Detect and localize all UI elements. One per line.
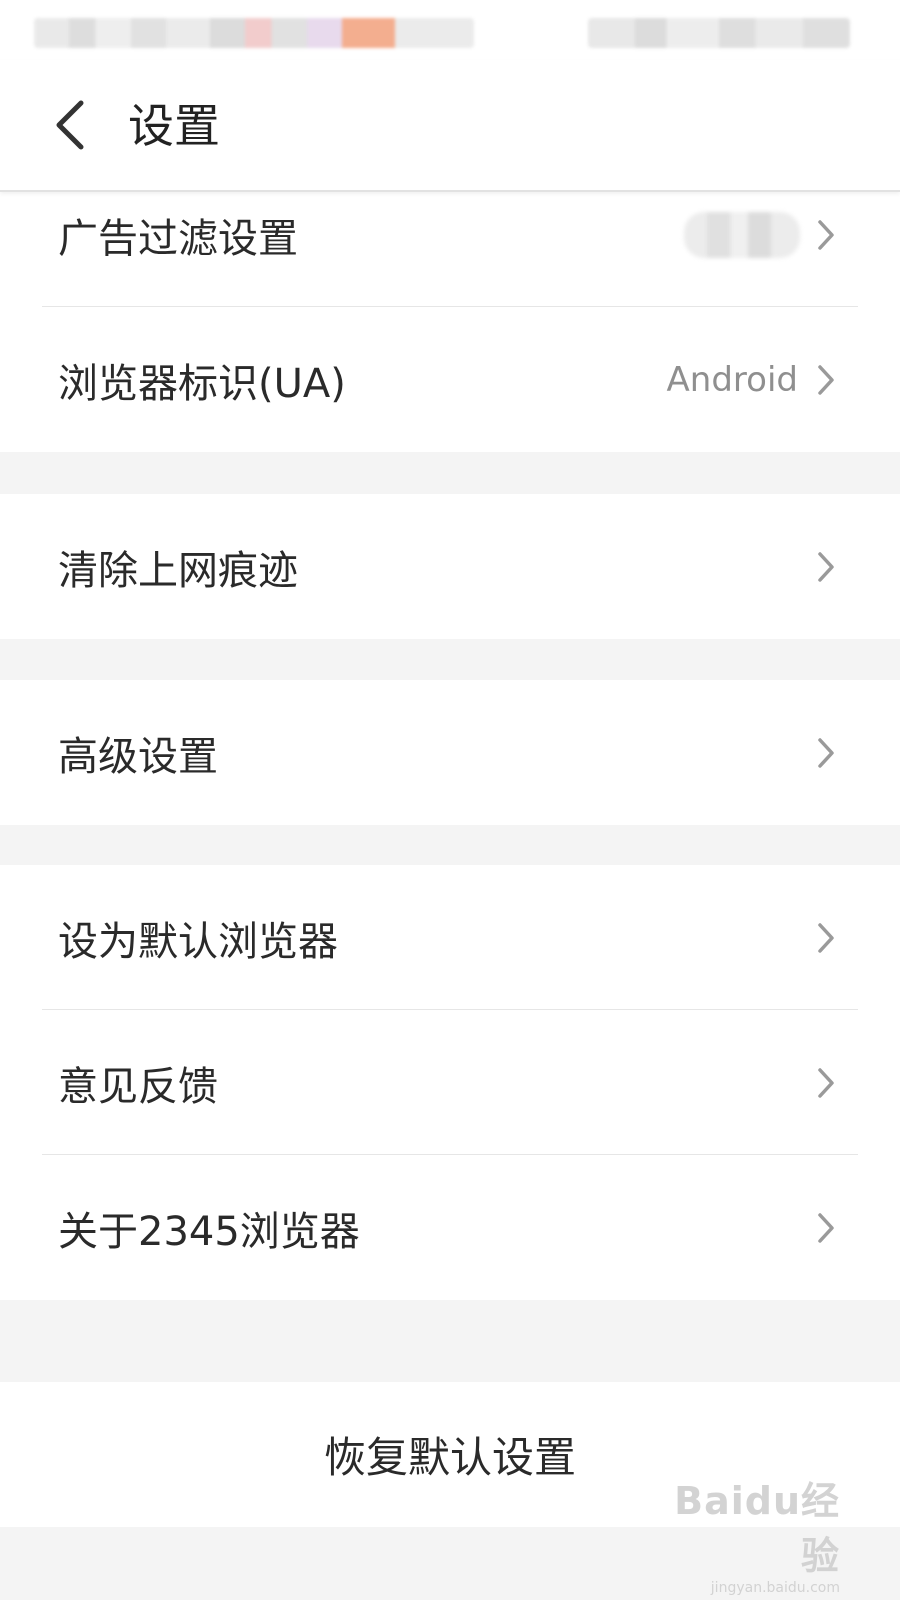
chevron-right-icon — [814, 217, 838, 253]
back-button[interactable] — [36, 88, 106, 162]
settings-row-feedback[interactable]: 意见反馈 — [0, 1010, 900, 1155]
row-label: 关于2345浏览器 — [58, 1208, 360, 1255]
row-label: 意见反馈 — [58, 1063, 218, 1110]
chevron-right-icon — [814, 1065, 838, 1101]
settings-group-advanced: 高级设置 — [0, 680, 900, 825]
watermark: Baidu经验 jingyan.baidu.com — [670, 1470, 840, 1596]
chevron-right-icon — [814, 362, 838, 398]
row-label: 广告过滤设置 — [58, 215, 298, 262]
settings-row-user-agent[interactable]: 浏览器标识(UA) Android — [0, 307, 900, 452]
settings-group-about: 设为默认浏览器 意见反馈 关于2345浏览器 — [0, 865, 900, 1300]
settings-group-privacy: 清除上网痕迹 — [0, 494, 900, 639]
chevron-left-icon — [56, 100, 84, 150]
chevron-right-icon — [814, 549, 838, 585]
row-label: 清除上网痕迹 — [58, 547, 298, 594]
reset-defaults-label: 恢复默认设置 — [323, 1433, 576, 1482]
top-bar: 设置 — [0, 60, 900, 192]
row-label: 浏览器标识(UA) — [58, 360, 346, 407]
status-bar-left-redacted — [34, 18, 474, 48]
settings-row-clear-history[interactable]: 清除上网痕迹 — [0, 494, 900, 639]
watermark-url: jingyan.baidu.com — [710, 1580, 840, 1596]
status-bar-right-redacted — [588, 18, 850, 48]
watermark-logo: Baidu经验 — [674, 1479, 840, 1578]
page-title: 设置 — [128, 99, 220, 153]
ad-filter-value-redacted — [684, 211, 800, 258]
settings-row-advanced[interactable]: 高级设置 — [0, 680, 900, 825]
settings-group-general: 广告过滤设置 浏览器标识(UA) Android — [0, 162, 900, 452]
chevron-right-icon — [814, 1210, 838, 1246]
row-label: 高级设置 — [58, 733, 218, 780]
chevron-right-icon — [814, 735, 838, 771]
settings-row-default-browser[interactable]: 设为默认浏览器 — [0, 865, 900, 1010]
user-agent-value: Android — [666, 359, 798, 400]
settings-row-about[interactable]: 关于2345浏览器 — [0, 1155, 900, 1300]
row-label: 设为默认浏览器 — [58, 918, 338, 965]
status-bar — [0, 0, 900, 60]
chevron-right-icon — [814, 920, 838, 956]
